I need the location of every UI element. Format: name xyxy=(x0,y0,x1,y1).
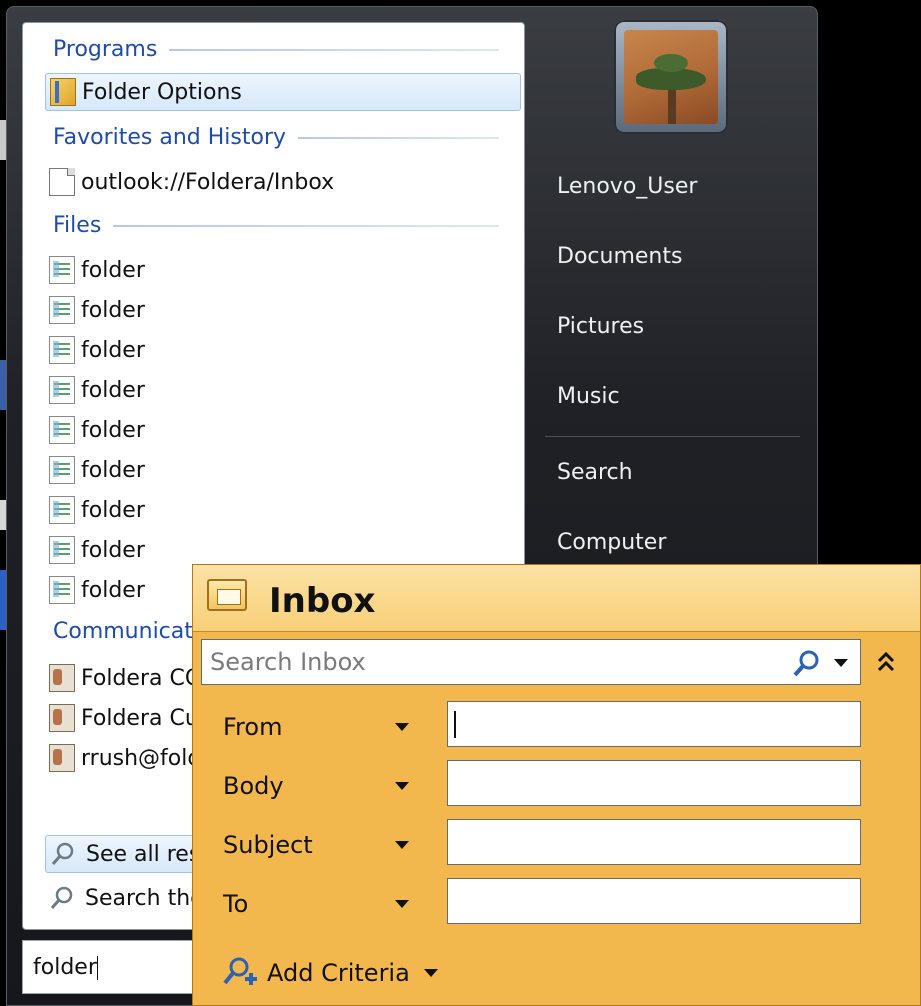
file-result[interactable]: folder xyxy=(45,331,521,369)
divider xyxy=(169,48,499,51)
file-document-icon xyxy=(49,536,75,564)
result-label: folder xyxy=(81,497,145,523)
inbox-search-panel: Inbox From Body Subject To Add Criteria xyxy=(192,564,921,1006)
subject-field[interactable] xyxy=(447,819,861,865)
file-document-icon xyxy=(49,576,75,604)
group-header-programs: Programs xyxy=(53,37,499,62)
group-header-files: Files xyxy=(53,213,499,238)
file-document-icon xyxy=(49,416,75,444)
contact-card-icon xyxy=(49,704,75,732)
search-icon[interactable] xyxy=(792,648,822,678)
menu-item-search[interactable]: Search xyxy=(557,460,633,490)
chevron-down-icon xyxy=(423,969,438,977)
result-label: Foldera CC xyxy=(81,665,201,691)
group-title: Favorites and History xyxy=(53,125,287,150)
result-label: folder xyxy=(81,577,145,603)
add-criteria-button[interactable]: Add Criteria xyxy=(221,955,438,991)
file-result[interactable]: folder xyxy=(45,371,521,409)
result-label: folder xyxy=(81,297,145,323)
criteria-label-to: To xyxy=(223,890,249,918)
group-title: Programs xyxy=(53,37,158,62)
file-result[interactable]: folder xyxy=(45,491,521,529)
body-field[interactable] xyxy=(447,760,861,806)
menu-item-computer[interactable]: Computer xyxy=(557,530,666,560)
text-cursor xyxy=(96,956,98,980)
link-label: Search the xyxy=(85,885,204,911)
add-search-icon xyxy=(223,957,257,985)
inbox-header: Inbox xyxy=(193,565,920,632)
file-document-icon xyxy=(49,376,75,404)
menu-item-documents[interactable]: Documents xyxy=(557,244,682,274)
criteria-label-subject: Subject xyxy=(223,831,313,859)
add-criteria-label: Add Criteria xyxy=(267,959,410,987)
result-label: folder xyxy=(81,537,145,563)
menu-item-pictures[interactable]: Pictures xyxy=(557,314,644,344)
result-label: folder xyxy=(81,337,145,363)
file-document-icon xyxy=(49,456,75,484)
inbox-title: Inbox xyxy=(269,581,376,621)
bonsai-picture xyxy=(624,30,718,124)
folder-options-icon xyxy=(50,78,76,106)
result-label: rrush@fold xyxy=(81,745,202,771)
result-label: outlook://Foldera/Inbox xyxy=(81,169,335,195)
search-options-dropdown-icon[interactable] xyxy=(834,659,848,667)
document-icon xyxy=(49,168,75,196)
search-icon xyxy=(51,842,74,865)
collapse-chevron-icon[interactable] xyxy=(875,649,897,675)
from-field[interactable] xyxy=(447,701,861,747)
to-field[interactable] xyxy=(447,878,861,924)
file-document-icon xyxy=(49,336,75,364)
group-title: Files xyxy=(53,213,102,238)
file-result[interactable]: folder xyxy=(45,291,521,329)
criteria-label-from: From xyxy=(223,713,283,741)
result-label: folder xyxy=(81,257,145,283)
contact-card-icon xyxy=(49,744,75,772)
result-folder-options[interactable]: Folder Options xyxy=(45,73,521,111)
result-label: folder xyxy=(81,377,145,403)
criteria-dropdown-icon[interactable] xyxy=(395,782,409,790)
group-header-favorites: Favorites and History xyxy=(53,125,499,150)
group-title: Communicat xyxy=(53,619,193,644)
divider xyxy=(545,436,800,437)
result-label: folder xyxy=(81,417,145,443)
contact-card-icon xyxy=(49,664,75,692)
menu-item-user[interactable]: Lenovo_User xyxy=(557,174,697,204)
mail-folder-icon xyxy=(207,579,247,611)
file-document-icon xyxy=(49,256,75,284)
result-outlook-inbox[interactable]: outlook://Foldera/Inbox xyxy=(45,163,521,201)
file-result[interactable]: folder xyxy=(45,251,521,289)
divider xyxy=(113,224,499,227)
file-document-icon xyxy=(49,496,75,524)
divider xyxy=(298,136,499,139)
search-query-text: folder xyxy=(33,955,97,980)
criteria-label-body: Body xyxy=(223,772,284,800)
menu-item-music[interactable]: Music xyxy=(557,384,620,414)
result-label: folder xyxy=(81,457,145,483)
file-result[interactable]: folder xyxy=(45,451,521,489)
user-picture[interactable] xyxy=(614,20,728,134)
criteria-dropdown-icon[interactable] xyxy=(395,841,409,849)
result-label: Folder Options xyxy=(82,79,242,105)
criteria-dropdown-icon[interactable] xyxy=(395,900,409,908)
file-document-icon xyxy=(49,296,75,324)
result-label: Foldera Cu xyxy=(81,705,199,731)
criteria-dropdown-icon[interactable] xyxy=(395,723,409,731)
search-inbox-box xyxy=(201,639,861,685)
search-icon xyxy=(50,886,73,909)
search-inbox-input[interactable] xyxy=(202,640,798,684)
file-result[interactable]: folder xyxy=(45,411,521,449)
